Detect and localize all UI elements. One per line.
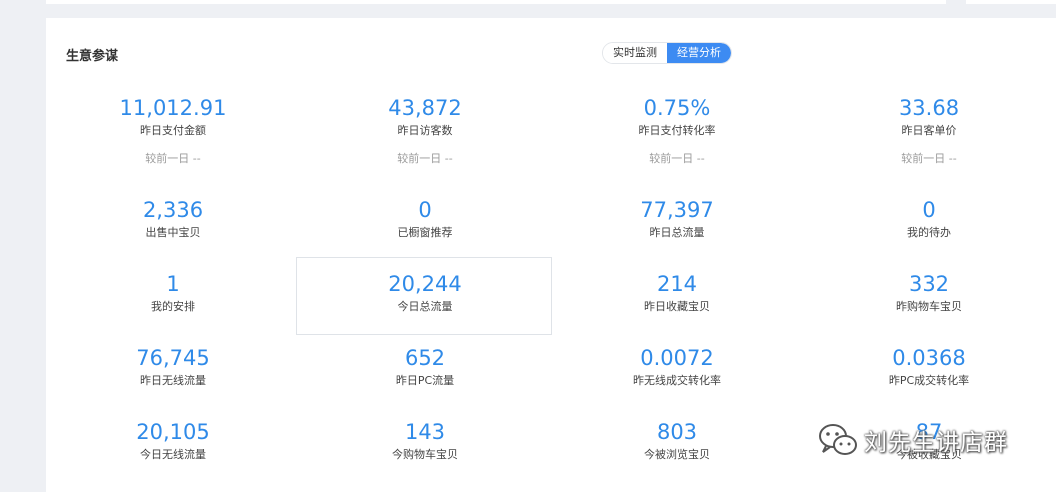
metric-compare: 较前一日 -- — [901, 152, 957, 165]
metric-compare: 较前一日 -- — [397, 152, 453, 165]
view-toggle: 实时监测 经营分析 — [602, 42, 732, 64]
metric-label: 昨日支付转化率 — [638, 124, 716, 137]
metric-value: 33.68 — [898, 96, 960, 120]
metric-items-on-sale[interactable]: 2,336 出售中宝贝 — [46, 198, 300, 240]
metric-label: 昨日访客数 — [397, 124, 453, 137]
metric-my-todo[interactable]: 0 我的待办 — [802, 198, 1056, 240]
watermark: 刘先生讲店群 — [816, 420, 1052, 460]
metric-label: 昨日总流量 — [649, 226, 705, 239]
metric-value: 0.0072 — [640, 346, 714, 370]
metric-yesterday-visitors[interactable]: 43,872 昨日访客数 较前一日 -- — [298, 96, 552, 166]
metric-value: 76,745 — [136, 346, 210, 370]
metric-today-viewed-items[interactable]: 803 今被浏览宝贝 — [550, 420, 804, 462]
metric-label: 昨无线成交转化率 — [633, 374, 721, 387]
metric-yesterday-conversion[interactable]: 0.75% 昨日支付转化率 较前一日 -- — [550, 96, 804, 166]
metric-label: 出售中宝贝 — [145, 226, 201, 239]
metric-label: 昨购物车宝贝 — [896, 300, 962, 313]
metric-value: 0.75% — [643, 96, 711, 120]
metric-label: 今日总流量 — [397, 300, 453, 313]
metric-label: 我的待办 — [907, 226, 951, 239]
watermark-text: 刘先生讲店群 — [864, 430, 1008, 456]
metric-value: 11,012.91 — [119, 96, 227, 120]
metric-value: 0.0368 — [892, 346, 966, 370]
metric-value: 20,105 — [136, 420, 210, 444]
metric-label: 昨PC成交转化率 — [888, 374, 970, 387]
metric-label: 已橱窗推荐 — [397, 226, 453, 239]
metric-label: 今被浏览宝贝 — [644, 448, 710, 461]
metric-value: 0 — [922, 198, 936, 222]
panel-title: 生意参谋 — [66, 49, 119, 64]
metric-pc-conversion[interactable]: 0.0368 昨PC成交转化率 — [802, 346, 1056, 388]
metric-value: 0 — [418, 198, 432, 222]
metric-label: 昨日收藏宝贝 — [644, 300, 710, 313]
metric-value: 803 — [656, 420, 698, 444]
metric-label: 我的安排 — [151, 300, 195, 313]
metric-label: 昨日无线流量 — [140, 374, 206, 387]
metric-label: 昨日支付金额 — [140, 124, 206, 137]
metric-yesterday-favorites[interactable]: 214 昨日收藏宝贝 — [550, 272, 804, 314]
metric-value: 2,336 — [142, 198, 204, 222]
metric-label: 昨日客单价 — [901, 124, 957, 137]
metric-yesterday-cart[interactable]: 332 昨购物车宝贝 — [802, 272, 1056, 314]
metric-yesterday-mobile-traffic[interactable]: 76,745 昨日无线流量 — [46, 346, 300, 388]
metric-yesterday-total-traffic[interactable]: 77,397 昨日总流量 — [550, 198, 804, 240]
metric-compare: 较前一日 -- — [649, 152, 705, 165]
top-card — [46, 0, 946, 4]
metric-today-cart[interactable]: 143 今购物车宝贝 — [298, 420, 552, 462]
metric-today-mobile-traffic[interactable]: 20,105 今日无线流量 — [46, 420, 300, 462]
tab-realtime-monitor[interactable]: 实时监测 — [603, 43, 667, 63]
metric-value: 332 — [908, 272, 950, 296]
top-card-right — [966, 0, 1056, 4]
metric-compare: 较前一日 -- — [145, 152, 201, 165]
metric-yesterday-pc-traffic[interactable]: 652 昨日PC流量 — [298, 346, 552, 388]
metric-label: 昨日PC流量 — [395, 374, 455, 387]
metric-value: 214 — [656, 272, 698, 296]
metric-today-total-traffic[interactable]: 20,244 今日总流量 — [298, 272, 552, 314]
metric-value: 143 — [404, 420, 446, 444]
metric-value: 652 — [404, 346, 446, 370]
metric-value: 1 — [166, 272, 180, 296]
metric-value: 43,872 — [388, 96, 462, 120]
metric-window-recommend[interactable]: 0 已橱窗推荐 — [298, 198, 552, 240]
metric-label: 今购物车宝贝 — [392, 448, 458, 461]
tab-business-analysis[interactable]: 经营分析 — [667, 43, 731, 63]
metric-label: 今日无线流量 — [140, 448, 206, 461]
metric-yesterday-payment[interactable]: 11,012.91 昨日支付金额 较前一日 -- — [46, 96, 300, 166]
wechat-icon — [819, 424, 857, 455]
metric-value: 20,244 — [388, 272, 462, 296]
metric-value: 77,397 — [640, 198, 714, 222]
metric-my-schedule[interactable]: 1 我的安排 — [46, 272, 300, 314]
metric-mobile-conversion[interactable]: 0.0072 昨无线成交转化率 — [550, 346, 804, 388]
metric-yesterday-avg-order[interactable]: 33.68 昨日客单价 较前一日 -- — [802, 96, 1056, 166]
